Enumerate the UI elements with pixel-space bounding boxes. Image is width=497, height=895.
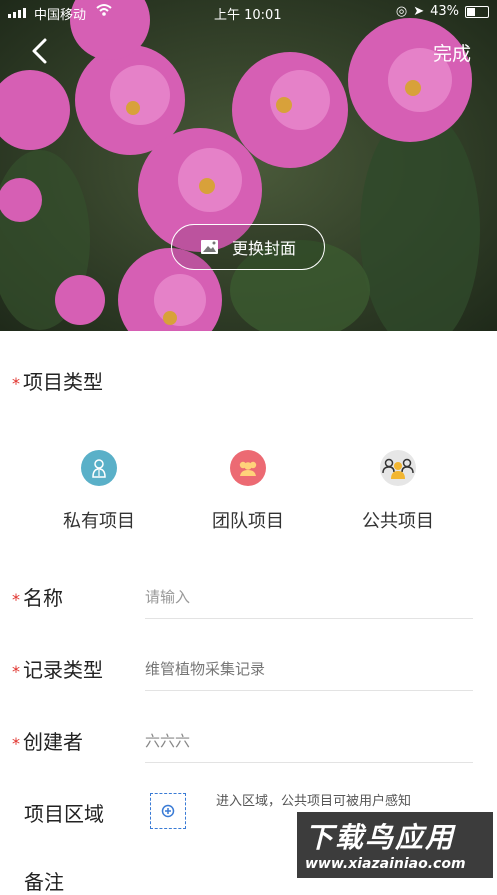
creator-row: * 创建者 六六六	[0, 724, 497, 764]
signal-icon	[8, 8, 26, 18]
option-label: 团队项目	[212, 511, 284, 532]
project-type-options: 私有项目 团队项目 公共项目	[0, 450, 497, 540]
back-button[interactable]	[26, 36, 54, 66]
team-icon	[230, 450, 266, 486]
option-label: 公共项目	[362, 511, 434, 532]
change-cover-button[interactable]: 更换封面	[171, 224, 325, 270]
creator-label: * 创建者	[12, 726, 83, 755]
select-area-button[interactable]	[150, 793, 186, 829]
alarm-icon: ◎	[395, 4, 408, 19]
record-type-label: * 记录类型	[12, 654, 103, 683]
battery-percent: 43%	[430, 4, 459, 19]
change-cover-label: 更换封面	[231, 239, 296, 258]
record-type-field[interactable]: 维管植物采集记录	[145, 658, 265, 679]
project-type-label: 项目类型	[23, 370, 103, 394]
wifi-icon	[96, 4, 112, 16]
cover-image	[0, 0, 497, 331]
watermark-logo: 下载鸟应用 www.xiazainiao.com	[297, 812, 493, 878]
private-user-icon	[81, 450, 117, 486]
done-button[interactable]: 完成	[433, 39, 471, 66]
name-label-text: 名称	[23, 586, 63, 610]
required-mark: *	[12, 662, 20, 681]
record-type-row: * 记录类型 维管植物采集记录	[0, 652, 497, 692]
option-team-project[interactable]: 团队项目	[188, 450, 308, 533]
project-type-title: * 项目类型	[12, 366, 103, 395]
watermark-main: 下载鸟应用	[305, 821, 456, 854]
name-label: * 名称	[12, 582, 63, 611]
creator-value: 六六六	[145, 732, 191, 750]
image-icon	[200, 240, 218, 254]
carrier-name: 中国移动	[34, 8, 87, 23]
option-private-project[interactable]: 私有项目	[39, 450, 159, 533]
project-area-label: 项目区域	[24, 802, 104, 826]
name-input[interactable]: 请输入	[145, 586, 190, 607]
battery-icon	[465, 5, 489, 18]
watermark-url: www.xiazainiao.com	[305, 856, 466, 872]
record-type-label-text: 记录类型	[23, 658, 103, 682]
creator-label-text: 创建者	[23, 730, 83, 754]
required-mark: *	[12, 590, 20, 609]
public-group-icon	[380, 450, 416, 486]
divider	[145, 762, 473, 763]
status-time: 上午 10:01	[214, 8, 282, 23]
add-location-icon	[161, 804, 175, 818]
divider	[145, 690, 473, 691]
divider	[145, 618, 473, 619]
area-hint: 进入区域，公共项目可被用户感知	[216, 794, 412, 809]
flower-photo	[0, 0, 497, 331]
name-row: * 名称 请输入	[0, 580, 497, 620]
required-mark: *	[12, 734, 20, 753]
required-mark: *	[12, 374, 20, 393]
status-bar: 中国移动 上午 10:01 ◎ ➤ 43%	[0, 0, 497, 26]
option-public-project[interactable]: 公共项目	[338, 450, 458, 533]
option-label: 私有项目	[63, 511, 135, 532]
notes-label: 备注	[24, 870, 64, 894]
location-icon: ➤	[413, 4, 425, 19]
